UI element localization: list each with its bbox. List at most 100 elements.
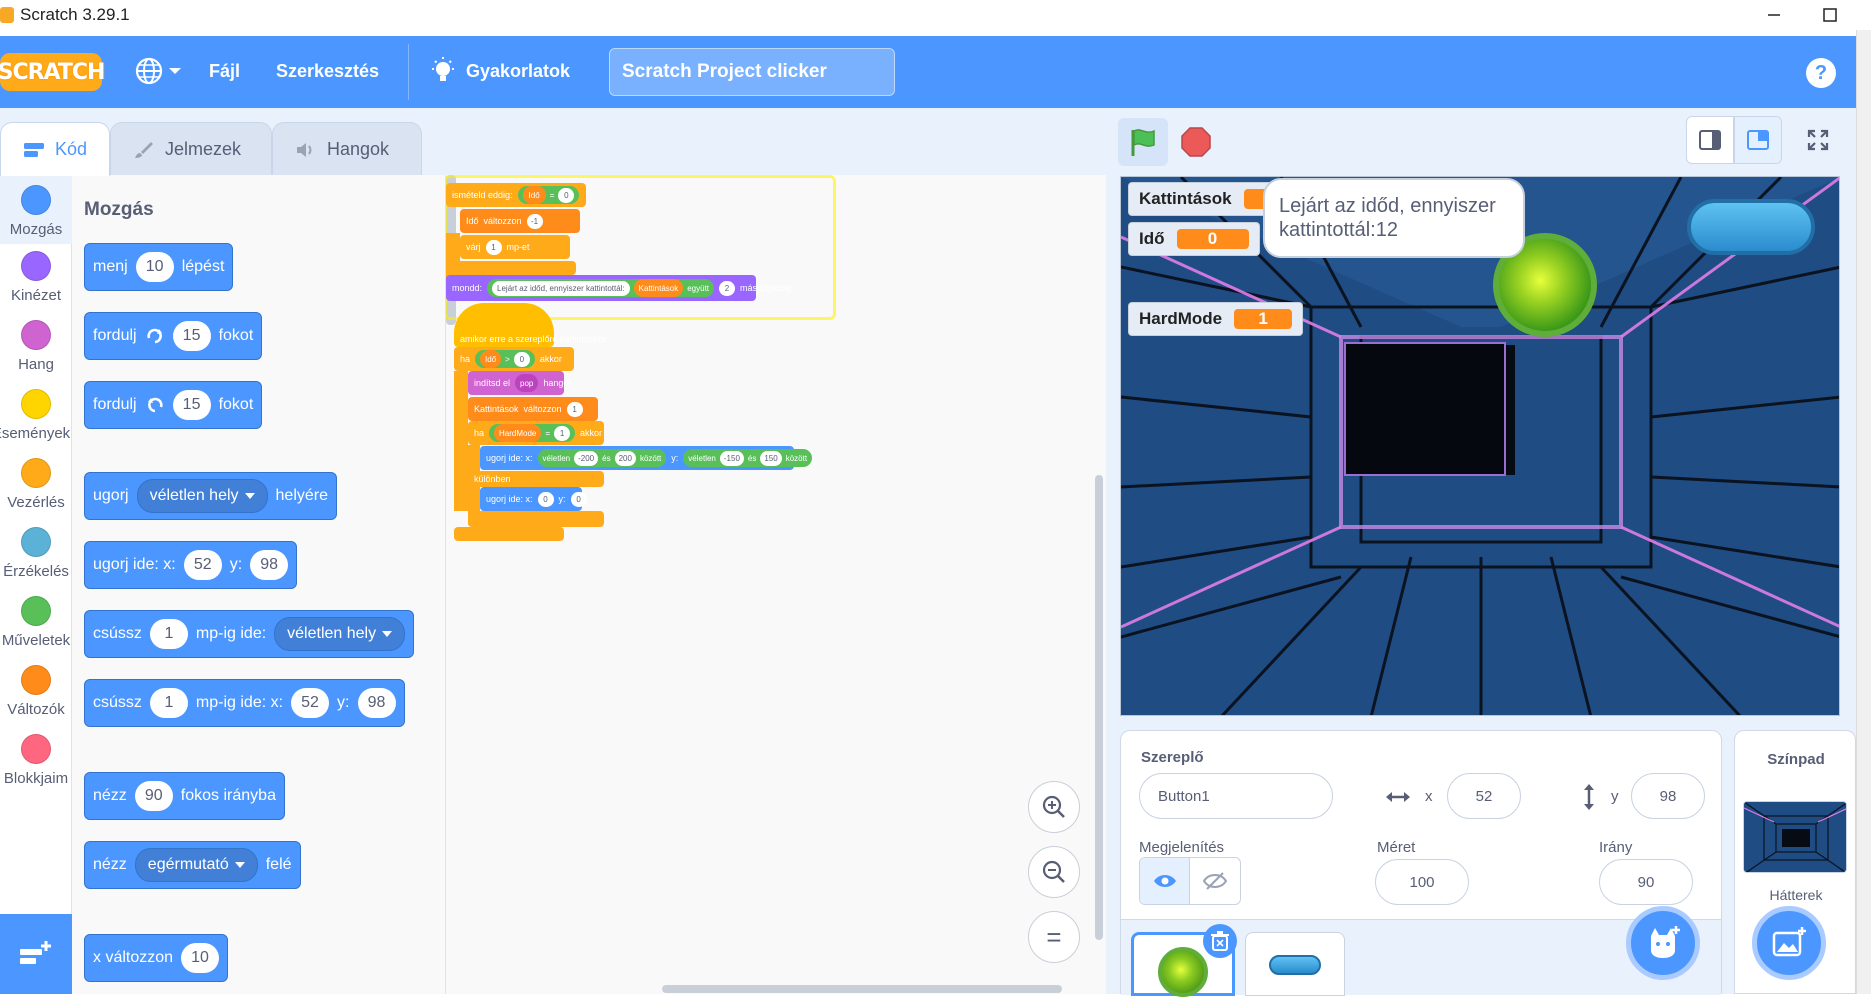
block-input[interactable]: -150 — [719, 450, 744, 466]
category-looks[interactable]: Kinézet — [0, 251, 72, 304]
button2-sprite[interactable] — [1687, 199, 1815, 255]
block-input[interactable]: 1 — [485, 239, 502, 255]
category-sound[interactable]: Hang — [0, 320, 72, 373]
tab-sounds[interactable]: Hangok — [272, 122, 422, 176]
script-wait-block[interactable]: várj 1 mp-et — [460, 235, 570, 259]
block-dropdown[interactable]: egérmutató — [134, 848, 258, 882]
variable-dropdown[interactable]: Kattintások — [474, 404, 519, 414]
minimize-button[interactable] — [1746, 0, 1802, 30]
block-input[interactable]: 1 — [149, 688, 188, 718]
tutorials-menu[interactable]: Gyakorlatok — [428, 56, 570, 86]
script-play-sound-block[interactable]: indítsd el pop hangot — [468, 371, 571, 395]
edit-menu[interactable]: Szerkesztés — [276, 61, 379, 82]
block-point-towards[interactable]: nézz egérmutató felé — [84, 841, 301, 889]
maximize-button[interactable] — [1802, 0, 1858, 30]
hide-sprite-button[interactable] — [1190, 858, 1240, 904]
block-go-to-xy[interactable]: ugorj ide: x: 52 y: 98 — [84, 541, 298, 589]
sound-dropdown[interactable]: pop — [515, 374, 539, 392]
script-repeat-until-block[interactable]: ismételd eddig: Idő = 0 — [446, 183, 586, 207]
script-if-block[interactable]: ha Idő > 0 akkor — [454, 347, 574, 371]
small-stage-button[interactable] — [1686, 116, 1734, 164]
direction-input[interactable]: 90 — [1599, 859, 1693, 905]
show-sprite-button[interactable] — [1140, 858, 1191, 904]
block-input[interactable]: 0 — [570, 491, 587, 507]
block-input[interactable]: 150 — [760, 450, 782, 466]
block-input[interactable]: 15 — [172, 390, 211, 420]
block-dropdown[interactable]: véletlen hely — [136, 479, 268, 513]
block-move-steps[interactable]: menj 10 lépést — [84, 243, 234, 291]
operator-random-y[interactable]: véletlen -150 és 150 között — [683, 449, 813, 467]
block-glide-xy[interactable]: csússz 1 mp-ig ide: x: 52 y: 98 — [84, 679, 405, 727]
category-control[interactable]: Vezérlés — [0, 458, 72, 511]
category-sensing[interactable]: Érzékelés — [0, 527, 72, 580]
tab-code[interactable]: Kód — [0, 122, 110, 176]
block-point-direction[interactable]: nézz 90 fokos irányba — [84, 772, 285, 820]
zoom-in-button[interactable] — [1028, 781, 1080, 833]
block-input[interactable]: 1 — [566, 401, 583, 417]
project-title-input[interactable]: Scratch Project clicker — [609, 48, 895, 96]
script-if-else-block[interactable]: ha HardMode = 1 akkor — [468, 421, 604, 445]
zoom-out-button[interactable] — [1028, 846, 1080, 898]
size-input[interactable]: 100 — [1375, 859, 1469, 905]
category-myblocks[interactable]: Blokkjaim — [0, 734, 72, 787]
block-input[interactable]: 0 — [537, 491, 554, 507]
zoom-reset-button[interactable]: = — [1028, 911, 1080, 963]
script-scrollbar-vertical[interactable] — [1095, 475, 1103, 940]
script-go-to-xy-block[interactable]: ugorj ide: x: 0 y: 0 — [480, 487, 587, 511]
y-input[interactable]: 98 — [1631, 773, 1705, 819]
stop-button[interactable] — [1172, 118, 1220, 166]
block-input[interactable]: 0 — [558, 187, 575, 203]
block-input[interactable]: 10 — [135, 252, 174, 282]
block-turn-left[interactable]: fordulj 15 fokot — [84, 381, 263, 429]
block-input[interactable]: 98 — [250, 550, 289, 580]
script-change-clicks-block[interactable]: Kattintások változzon 1 — [468, 397, 598, 421]
block-glide-random[interactable]: csússz 1 mp-ig ide: véletlen hely — [84, 610, 415, 658]
scratch-logo[interactable]: SCRATCH — [0, 53, 105, 91]
block-input[interactable]: 0 — [513, 351, 530, 367]
variable-dropdown[interactable]: Idő — [466, 216, 479, 226]
script-say-block[interactable]: mondd: Lejárt az időd, ennyiszer kattint… — [446, 275, 792, 301]
block-input[interactable]: 1 — [149, 619, 188, 649]
help-button[interactable]: ? — [1806, 58, 1836, 88]
file-menu[interactable]: Fájl — [209, 61, 240, 82]
window-scrollbar[interactable] — [1856, 30, 1871, 994]
block-input[interactable]: 52 — [291, 688, 330, 718]
block-input[interactable]: 52 — [183, 550, 222, 580]
block-input[interactable]: Lejárt az időd, ennyiszer kattintottál: — [492, 280, 630, 296]
script-area[interactable]: ismételd eddig: Idő = 0 Idő változzon -1… — [446, 175, 1106, 994]
x-input[interactable]: 52 — [1447, 773, 1521, 819]
block-turn-right[interactable]: fordulj 15 fokot — [84, 312, 263, 360]
normal-stage-button[interactable] — [1734, 116, 1782, 164]
block-input[interactable]: 200 — [614, 450, 636, 466]
block-input[interactable]: -200 — [574, 450, 599, 466]
block-input[interactable]: 2 — [719, 280, 736, 296]
green-flag-button[interactable] — [1118, 118, 1168, 166]
script-change-var-block[interactable]: Idő változzon -1 — [460, 209, 580, 233]
add-extension-button[interactable] — [0, 914, 72, 994]
choose-sprite-button[interactable] — [1626, 906, 1700, 980]
stage-backdrop-thumbnail[interactable] — [1743, 801, 1847, 873]
operator-greater[interactable]: Idő > 0 — [475, 350, 535, 368]
category-variables[interactable]: Változók — [0, 665, 72, 718]
category-events[interactable]: Események — [0, 389, 72, 442]
language-menu[interactable] — [134, 56, 182, 86]
script-hat-sprite-clicked[interactable]: amikor erre a szereplőre kattintáskor — [454, 303, 606, 347]
block-dropdown[interactable]: véletlen hely — [274, 617, 406, 651]
block-change-x[interactable]: x változzon 10 — [84, 934, 229, 982]
sprite-name-input[interactable]: Button1 — [1139, 773, 1333, 819]
block-input[interactable]: 15 — [172, 321, 211, 351]
script-go-to-random-xy-block[interactable]: ugorj ide: x: véletlen -200 és 200 közöt… — [480, 446, 813, 470]
block-input[interactable]: 10 — [181, 943, 220, 973]
fullscreen-button[interactable] — [1794, 116, 1842, 164]
operator-join[interactable]: Lejárt az időd, ennyiszer kattintottál: … — [487, 279, 715, 297]
category-motion[interactable]: Mozgás — [0, 175, 72, 244]
operator-equals[interactable]: HardMode = 1 — [489, 424, 576, 442]
block-go-to-random[interactable]: ugorj véletlen hely helyére — [84, 472, 338, 520]
block-input[interactable]: 98 — [357, 688, 396, 718]
operator-equals[interactable]: Idő = 0 — [517, 186, 580, 204]
script-scrollbar-horizontal[interactable] — [662, 985, 1062, 993]
block-input[interactable]: 1 — [554, 425, 571, 441]
choose-backdrop-button[interactable] — [1752, 906, 1826, 980]
block-input[interactable]: 90 — [134, 781, 173, 811]
tab-costumes[interactable]: Jelmezek — [110, 122, 272, 176]
